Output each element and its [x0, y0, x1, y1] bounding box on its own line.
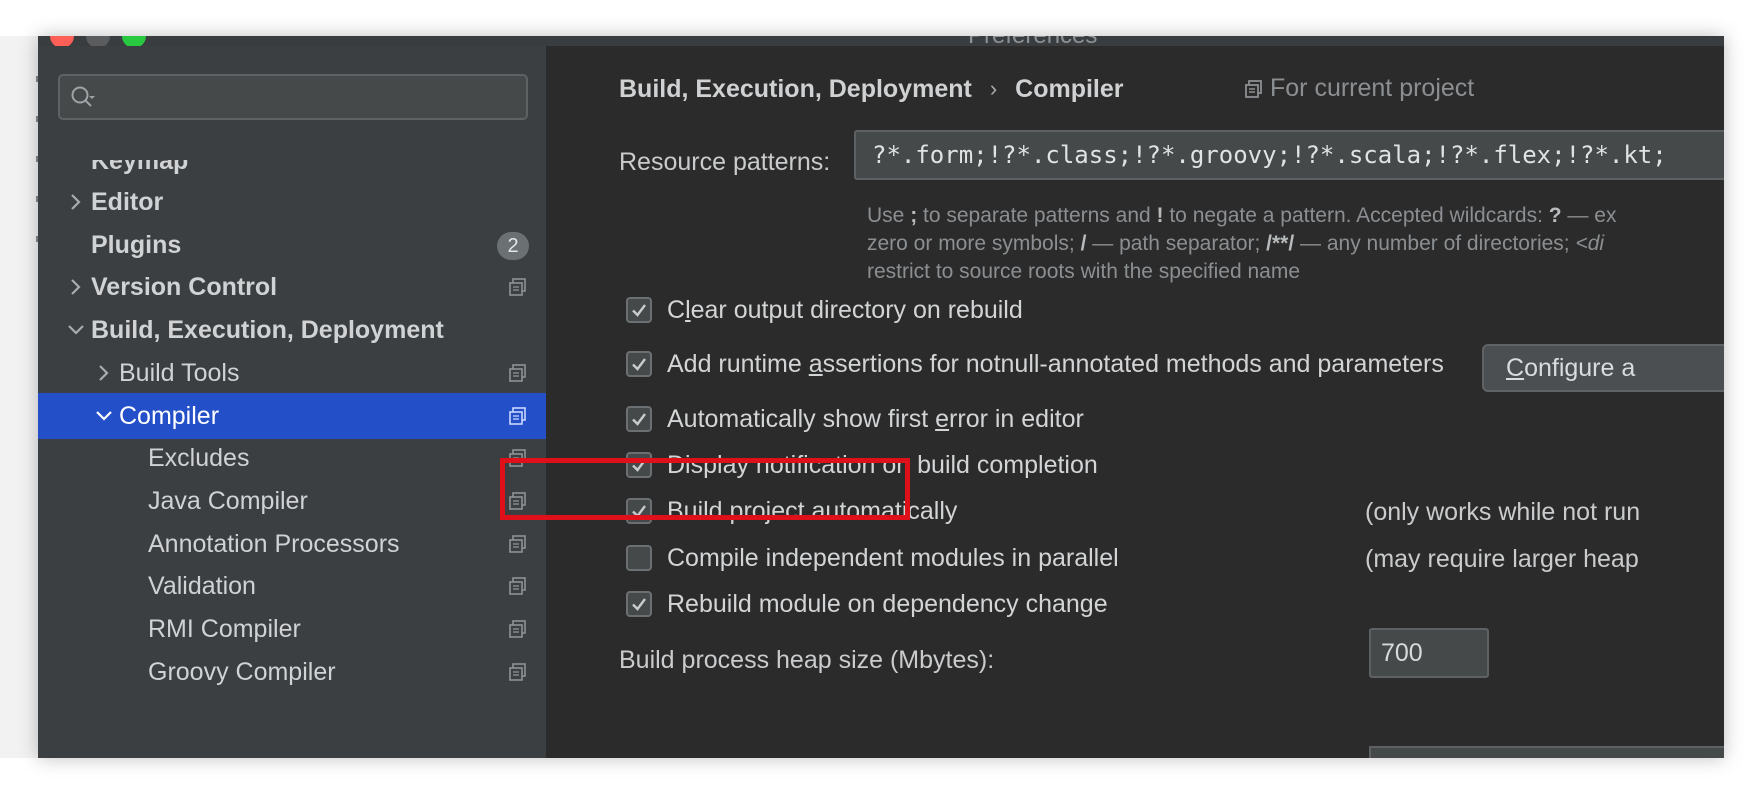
sidebar-item-label: Compiler — [119, 402, 220, 430]
breadcrumb-separator: › — [989, 76, 998, 102]
chevron-down-icon[interactable] — [94, 406, 114, 426]
sidebar-item-label: Plugins — [91, 231, 182, 259]
compile-parallel-label: Compile independent modules in parallel — [667, 544, 1119, 572]
sidebar-item-editor[interactable]: Editor — [38, 179, 546, 225]
sidebar-item-label: Build Tools — [119, 359, 240, 387]
sidebar-item-validation[interactable]: Validation — [38, 563, 546, 609]
next-input-field[interactable] — [1369, 746, 1724, 758]
clear-output-checkbox[interactable] — [626, 297, 652, 323]
project-scope-icon — [509, 663, 526, 681]
runtime-assertions-checkbox[interactable] — [626, 351, 652, 377]
for-current-project-label: For current project — [1244, 74, 1474, 103]
rebuild-module-checkbox[interactable] — [626, 591, 652, 617]
sidebar-item-label: Keymap — [91, 147, 189, 175]
project-scope-icon — [509, 577, 526, 595]
resource-patterns-input[interactable]: ?*.form;!?*.class;!?*.groovy;!?*.scala;!… — [854, 130, 1724, 180]
sidebar-item-build-execution-deployment[interactable]: Build, Execution, Deployment — [38, 307, 546, 353]
chevron-right-icon[interactable] — [66, 277, 86, 297]
sidebar-item-rmi-compiler[interactable]: RMI Compiler — [38, 606, 546, 652]
breadcrumb-current: Compiler — [1015, 74, 1124, 103]
checkmark-icon — [632, 598, 646, 611]
rebuild-module-label: Rebuild module on dependency change — [667, 590, 1108, 618]
project-scope-icon — [509, 620, 526, 638]
settings-sidebar: Keymap Editor Plugins 2 Version Control Build… — [38, 46, 547, 758]
sidebar-item-build-tools[interactable]: Build Tools — [38, 350, 546, 396]
annotation-highlight-box — [500, 458, 910, 520]
sidebar-item-label: Build, Execution, Deployment — [91, 316, 444, 344]
show-first-error-label: Automatically show first error in editor — [667, 405, 1084, 433]
project-scope-icon — [1245, 80, 1262, 99]
sidebar-item-label: Editor — [91, 188, 164, 216]
build-automatically-note: (only works while not run — [1365, 498, 1641, 526]
project-scope-icon — [509, 278, 526, 296]
sidebar-item-excludes[interactable]: Excludes — [38, 435, 546, 481]
checkmark-icon — [632, 413, 646, 426]
chevron-right-icon[interactable] — [66, 192, 86, 212]
sidebar-item-plugins[interactable]: Plugins 2 — [38, 222, 546, 268]
resource-patterns-hint-line1: Use ; to separate patterns and ! to nega… — [867, 204, 1617, 227]
heap-size-input[interactable]: 700 — [1369, 628, 1489, 678]
sidebar-item-label: Annotation Processors — [148, 530, 400, 558]
project-scope-icon — [509, 407, 526, 425]
plugins-updates-badge: 2 — [497, 232, 529, 260]
configure-annotations-button[interactable]: Configure a — [1482, 344, 1724, 392]
sidebar-item-label: Groovy Compiler — [148, 658, 336, 686]
preferences-window: Preferences Keymap Editor Plugins 2 Version … — [38, 36, 1724, 758]
project-scope-icon — [509, 535, 526, 553]
search-icon — [71, 86, 95, 107]
breadcrumb-parent[interactable]: Build, Execution, Deployment — [619, 75, 972, 103]
sidebar-item-label: Java Compiler — [148, 487, 308, 515]
breadcrumb: Build, Execution, Deployment › Compiler — [619, 74, 1124, 104]
background-window-edge — [0, 36, 42, 758]
resource-patterns-hint-line2: zero or more symbols; / — path separator… — [867, 232, 1605, 255]
settings-search-input[interactable] — [58, 74, 528, 120]
chevron-right-icon[interactable] — [94, 363, 114, 383]
sidebar-item-groovy-compiler[interactable]: Groovy Compiler — [38, 649, 546, 695]
resource-patterns-hint-line3: restrict to source roots with the specif… — [867, 260, 1301, 283]
sidebar-item-compiler[interactable]: Compiler — [38, 393, 546, 439]
resource-patterns-label: Resource patterns: — [619, 148, 831, 176]
sidebar-item-label: Validation — [148, 572, 256, 600]
sidebar-item-label: Version Control — [91, 273, 278, 301]
checkmark-icon — [632, 304, 646, 317]
chevron-down-icon[interactable] — [66, 320, 86, 340]
compile-parallel-checkbox[interactable] — [626, 545, 652, 571]
checkmark-icon — [632, 358, 646, 371]
sidebar-item-keymap[interactable]: Keymap — [38, 147, 546, 184]
sidebar-item-label: RMI Compiler — [148, 615, 301, 643]
compile-parallel-note: (may require larger heap — [1365, 545, 1639, 573]
show-first-error-checkbox[interactable] — [626, 406, 652, 432]
title-bar: Preferences — [38, 36, 1724, 49]
sidebar-item-label: Excludes — [148, 444, 250, 472]
compiler-settings-panel: Build, Execution, Deployment › Compiler Fo… — [547, 46, 1724, 758]
sidebar-item-version-control[interactable]: Version Control — [38, 264, 546, 310]
clear-output-label: Clear output directory on rebuild — [667, 296, 1023, 324]
sidebar-item-annotation-processors[interactable]: Annotation Processors — [38, 521, 546, 567]
heap-size-label: Build process heap size (Mbytes): — [619, 646, 995, 674]
runtime-assertions-label: Add runtime assertions for notnull-annot… — [667, 350, 1444, 378]
for-current-project-text: For current project — [1270, 74, 1475, 102]
project-scope-icon — [509, 364, 526, 382]
sidebar-item-java-compiler[interactable]: Java Compiler — [38, 478, 546, 524]
